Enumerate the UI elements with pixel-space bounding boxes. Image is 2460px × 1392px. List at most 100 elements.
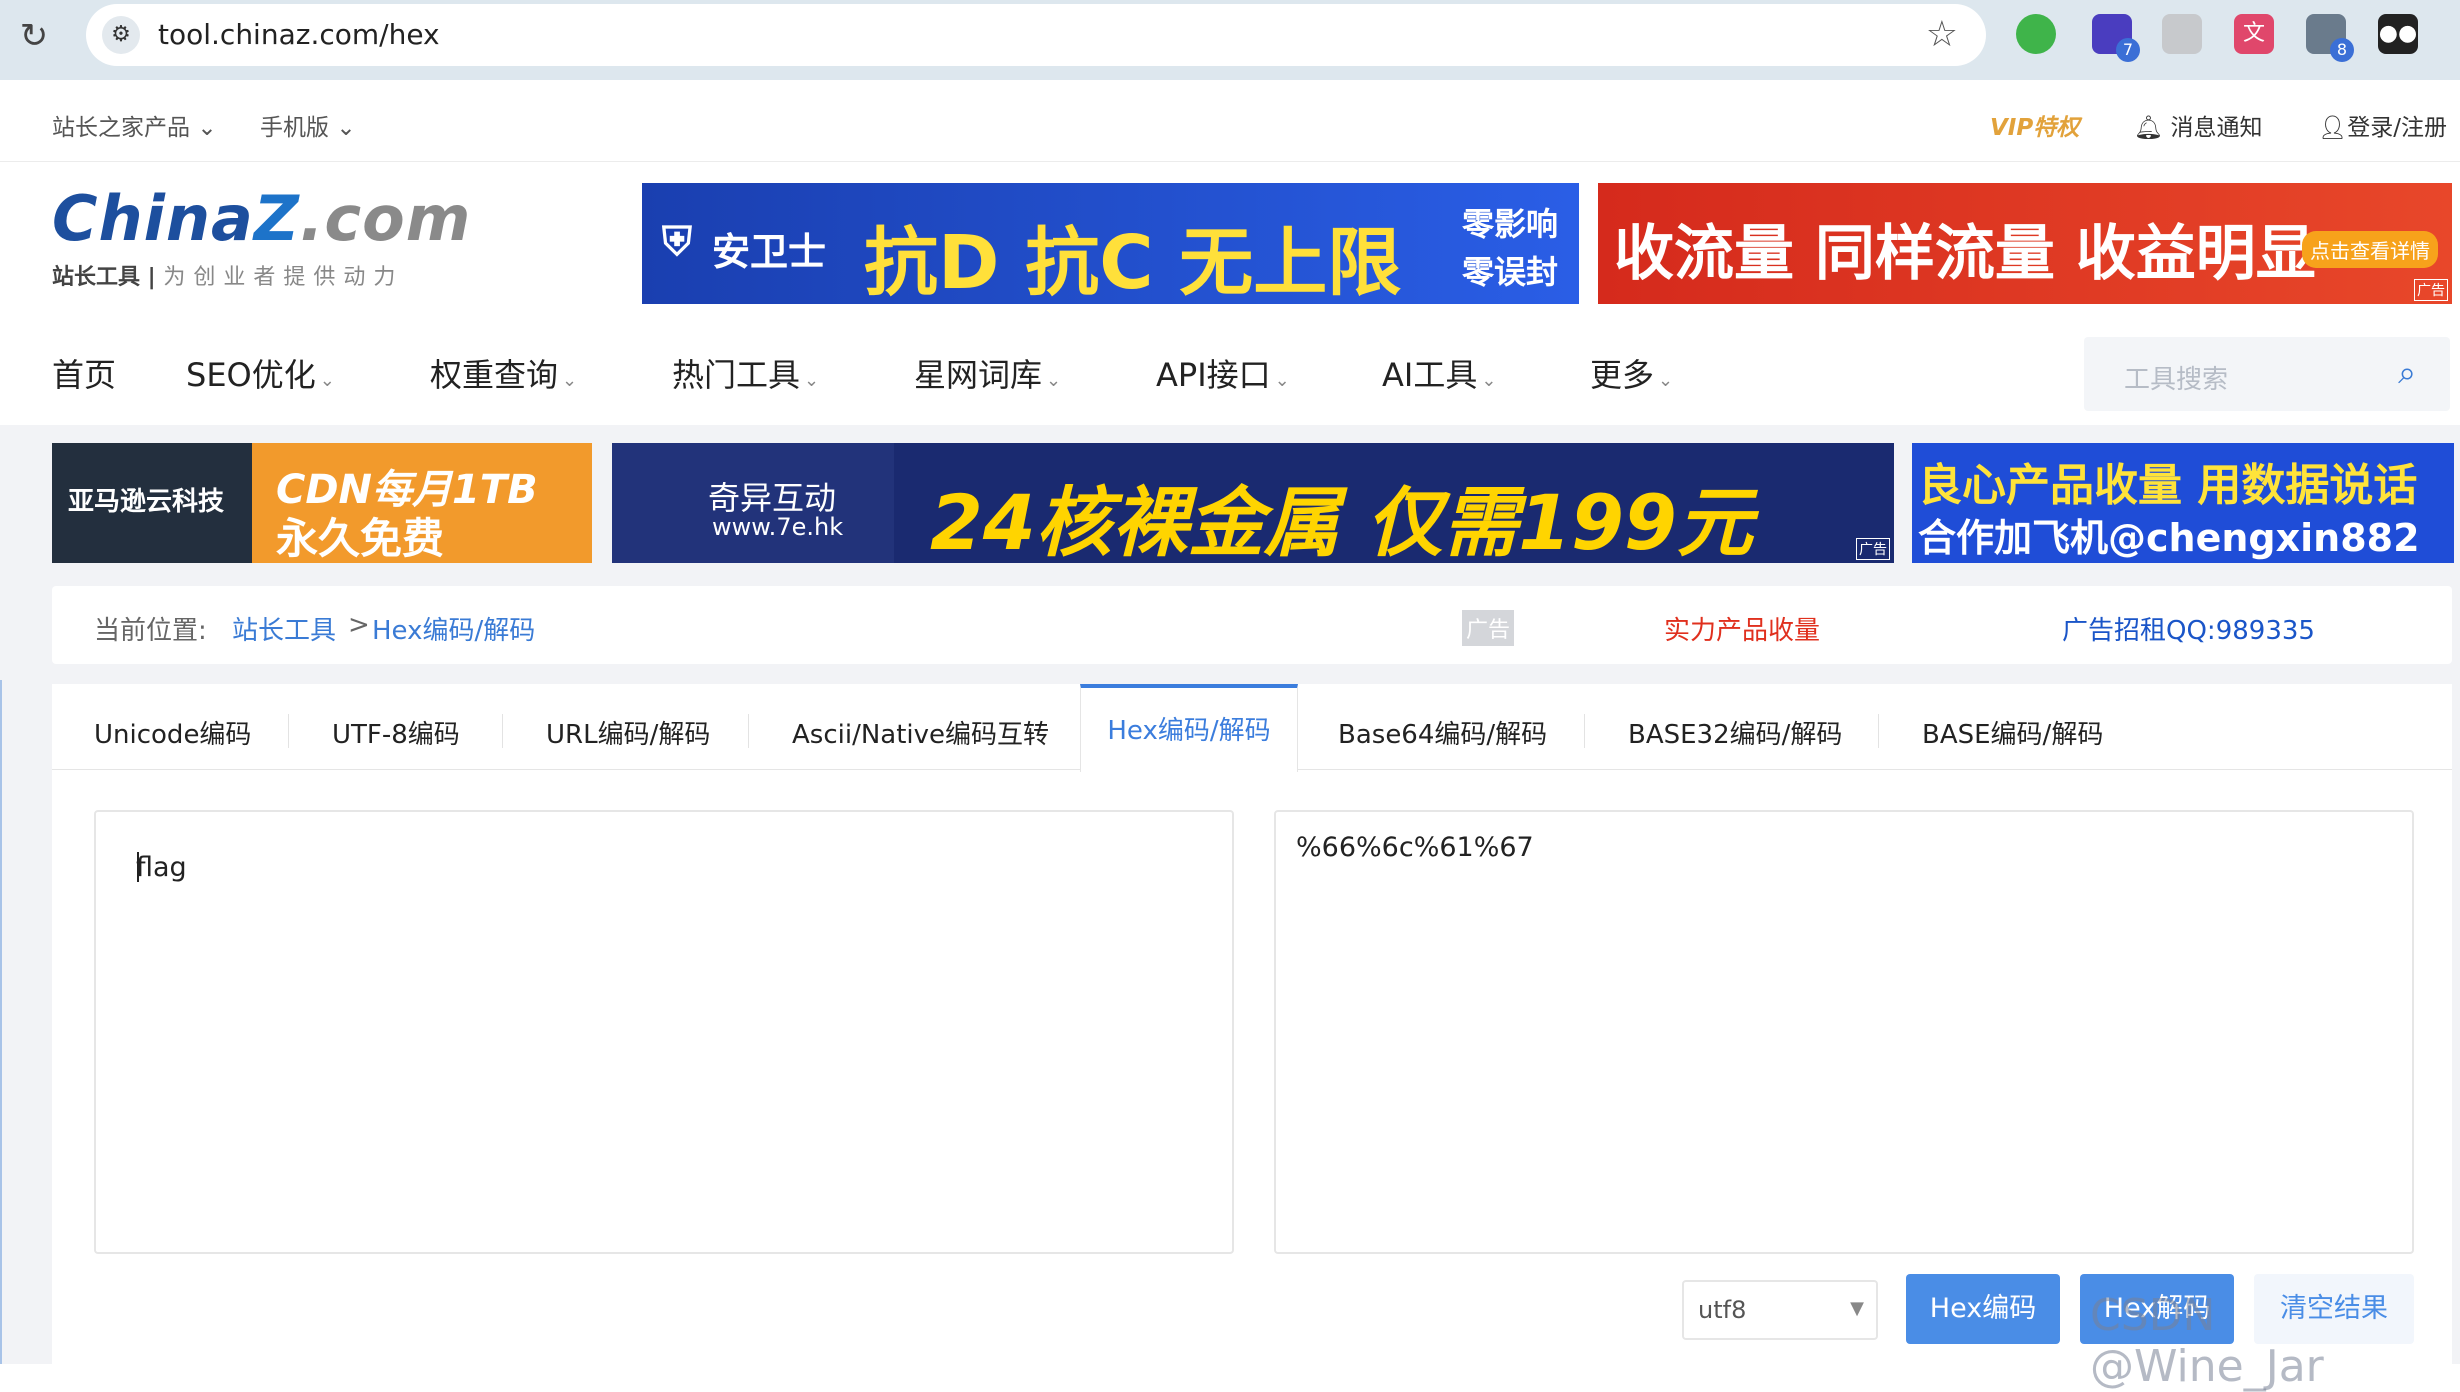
address-bar[interactable]: ⚙ tool.chinaz.com/hex ☆: [86, 4, 1986, 66]
products-menu[interactable]: 站长之家产品 ⌄: [52, 108, 217, 142]
ad-contact-link[interactable]: 广告招租QQ:989335: [2062, 610, 2315, 647]
ad-banner-traffic[interactable]: 收流量 同样流量 收益明显 点击查看详情 广告: [1598, 183, 2452, 304]
hex-tool-panel: Unicode编码 UTF-8编码 URL编码/解码 Ascii/Native编…: [52, 684, 2452, 1364]
banner-brand: 亚马逊云科技: [68, 487, 225, 517]
vip-link[interactable]: VIP特权: [1990, 108, 2079, 142]
chevron-down-icon: ⌄: [197, 115, 217, 141]
banner-brand: 安卫士: [712, 230, 827, 274]
bell-icon: 🔔︎: [2134, 115, 2164, 141]
tab-divider: [748, 714, 749, 748]
notification-label: 消息通知: [2170, 115, 2263, 141]
site-settings-icon[interactable]: ⚙: [102, 16, 140, 54]
tab-divider: [502, 714, 503, 748]
tab-base32[interactable]: BASE32编码/解码: [1628, 714, 1842, 751]
banner-headline: 永久免费: [276, 514, 445, 563]
browser-toolbar: ↻ ⚙ tool.chinaz.com/hex ☆ 7 文 8 ●●: [0, 0, 2460, 80]
nav-label: 星网词库: [914, 356, 1043, 394]
banner-headline: 抗D 抗C 无上限: [864, 220, 1402, 304]
tab-divider: [1878, 714, 1879, 748]
banner-headline: 24核裸金属 仅需199元: [930, 478, 1753, 563]
nav-label: API接口: [1156, 356, 1271, 394]
tab-divider: [288, 714, 289, 748]
ad-banner-bare-metal[interactable]: 奇异互动 www.7e.hk 24核裸金属 仅需199元 广告: [612, 443, 1894, 563]
nav-label: SEO优化: [186, 356, 316, 394]
banner-headline: 收流量 同样流量 收益明显: [1614, 219, 2316, 289]
banner-headline: 合作加飞机@chengxin882: [1918, 516, 2420, 560]
nav-item-hot-tools[interactable]: 热门工具 ⌄: [672, 350, 819, 396]
nav-label: 权重查询: [430, 356, 559, 394]
tab-hex[interactable]: Hex编码/解码: [1080, 684, 1298, 772]
encoding-select[interactable]: utf8 ▼: [1682, 1280, 1878, 1340]
nav-item-seo[interactable]: SEO优化 ⌄: [186, 350, 335, 396]
tab-divider: [1584, 714, 1585, 748]
input-textarea[interactable]: flag: [94, 810, 1234, 1254]
robot-extension-icon[interactable]: 8: [2306, 14, 2354, 62]
tab-base64[interactable]: Base64编码/解码: [1338, 714, 1547, 751]
top-utility-nav: 站长之家产品 ⌄ 手机版 ⌄ VIP特权 🔔︎ 消息通知 👤︎登录/注册: [0, 80, 2460, 162]
translate-extension-icon[interactable]: 文: [2234, 14, 2274, 54]
tool-search-input[interactable]: 工具搜索 ⌕: [2084, 337, 2450, 411]
logo-wordmark: ChinaZ.com: [52, 182, 472, 255]
banner-side-text: 零误封: [1462, 253, 1559, 291]
page-edge-accent: [0, 680, 2, 1364]
tab-ascii-native[interactable]: Ascii/Native编码互转: [792, 714, 1049, 751]
ad-banner-anti-ddos[interactable]: ⛨ 安卫士 抗D 抗C 无上限 零影响 零误封: [642, 183, 1579, 304]
ad-text-link[interactable]: 实力产品收量: [1664, 610, 1820, 647]
panda-extension-icon[interactable]: ●●: [2378, 14, 2418, 54]
tab-utf8[interactable]: UTF-8编码: [332, 714, 460, 751]
login-link[interactable]: 👤︎登录/注册: [2318, 108, 2447, 142]
hex-encode-button[interactable]: Hex编码: [1906, 1274, 2060, 1344]
chevron-down-icon: ⌄: [319, 370, 335, 391]
breadcrumb-current[interactable]: Hex编码/解码: [372, 610, 535, 647]
login-label: 登录/注册: [2347, 115, 2447, 141]
extension-badge: 8: [2330, 38, 2354, 62]
ad-label: 广告: [2414, 279, 2448, 301]
nav-item-api[interactable]: API接口 ⌄: [1156, 350, 1290, 396]
nav-label: 热门工具: [672, 356, 801, 394]
chevron-down-icon: ⌄: [1658, 370, 1674, 391]
notification-link[interactable]: 🔔︎ 消息通知: [2134, 108, 2263, 142]
cube-extension-icon[interactable]: 7: [2092, 14, 2140, 62]
ad-tag: 广告: [1462, 610, 1515, 646]
chevron-down-icon: ⌄: [1046, 370, 1062, 391]
reload-icon[interactable]: ↻: [14, 16, 54, 56]
banner-cta: 点击查看详情: [2302, 231, 2438, 268]
tab-unicode[interactable]: Unicode编码: [94, 714, 251, 751]
nav-item-more[interactable]: 更多 ⌄: [1590, 350, 1673, 396]
chevron-down-icon: ⌄: [336, 115, 356, 141]
nav-item-lexicon[interactable]: 星网词库 ⌄: [914, 350, 1061, 396]
chevron-down-icon: ⌄: [1274, 370, 1290, 391]
nav-item-home[interactable]: 首页: [52, 350, 116, 396]
diamond-extension-icon[interactable]: [2162, 14, 2202, 54]
ad-banner-contact[interactable]: 良心产品收量 用数据说话 合作加飞机@chengxin882: [1912, 443, 2454, 563]
circle-extension-icon[interactable]: [2016, 14, 2056, 54]
breadcrumb: 当前位置: 站长工具 > Hex编码/解码 广告 实力产品收量 广告招租QQ:9…: [52, 586, 2452, 664]
search-icon[interactable]: ⌕: [2398, 353, 2416, 392]
url-text[interactable]: tool.chinaz.com/hex: [158, 18, 440, 51]
chevron-down-icon: ⌄: [804, 370, 820, 391]
breadcrumb-root-link[interactable]: 站长工具: [232, 610, 336, 647]
banner-url: www.7e.hk: [712, 513, 844, 541]
mobile-label: 手机版: [260, 115, 329, 141]
banner-headline: 良心产品收量 用数据说话: [1918, 460, 2418, 511]
user-icon: 👤︎: [2318, 115, 2348, 141]
ad-banner-aws-cdn[interactable]: 亚马逊云科技 CDN每月1TB 永久免费: [52, 443, 592, 563]
tab-url[interactable]: URL编码/解码: [546, 714, 710, 751]
nav-item-ai-tools[interactable]: AI工具 ⌄: [1382, 350, 1496, 396]
output-textarea[interactable]: %66%6c%61%67: [1274, 810, 2414, 1254]
csdn-watermark: CSDN @Wine_Jar: [2090, 1290, 2324, 1392]
shield-icon: ⛨: [662, 219, 692, 265]
breadcrumb-separator: >: [348, 610, 370, 640]
breadcrumb-prefix: 当前位置:: [94, 616, 207, 646]
encoding-tabs: Unicode编码 UTF-8编码 URL编码/解码 Ascii/Native编…: [52, 684, 2452, 772]
encoding-value: utf8: [1698, 1296, 1747, 1324]
mobile-menu[interactable]: 手机版 ⌄: [260, 108, 356, 142]
bookmark-star-icon[interactable]: ☆: [1926, 14, 1958, 55]
nav-item-weight[interactable]: 权重查询 ⌄: [430, 350, 577, 396]
nav-label: 首页: [52, 356, 117, 394]
products-label: 站长之家产品: [52, 115, 190, 141]
site-logo[interactable]: ChinaZ.com 站长工具 | 为创业者提供动力: [52, 182, 471, 291]
extension-badge: 7: [2116, 38, 2140, 62]
banner-side-text: 零影响: [1462, 205, 1559, 243]
tab-base[interactable]: BASE编码/解码: [1922, 714, 2103, 751]
